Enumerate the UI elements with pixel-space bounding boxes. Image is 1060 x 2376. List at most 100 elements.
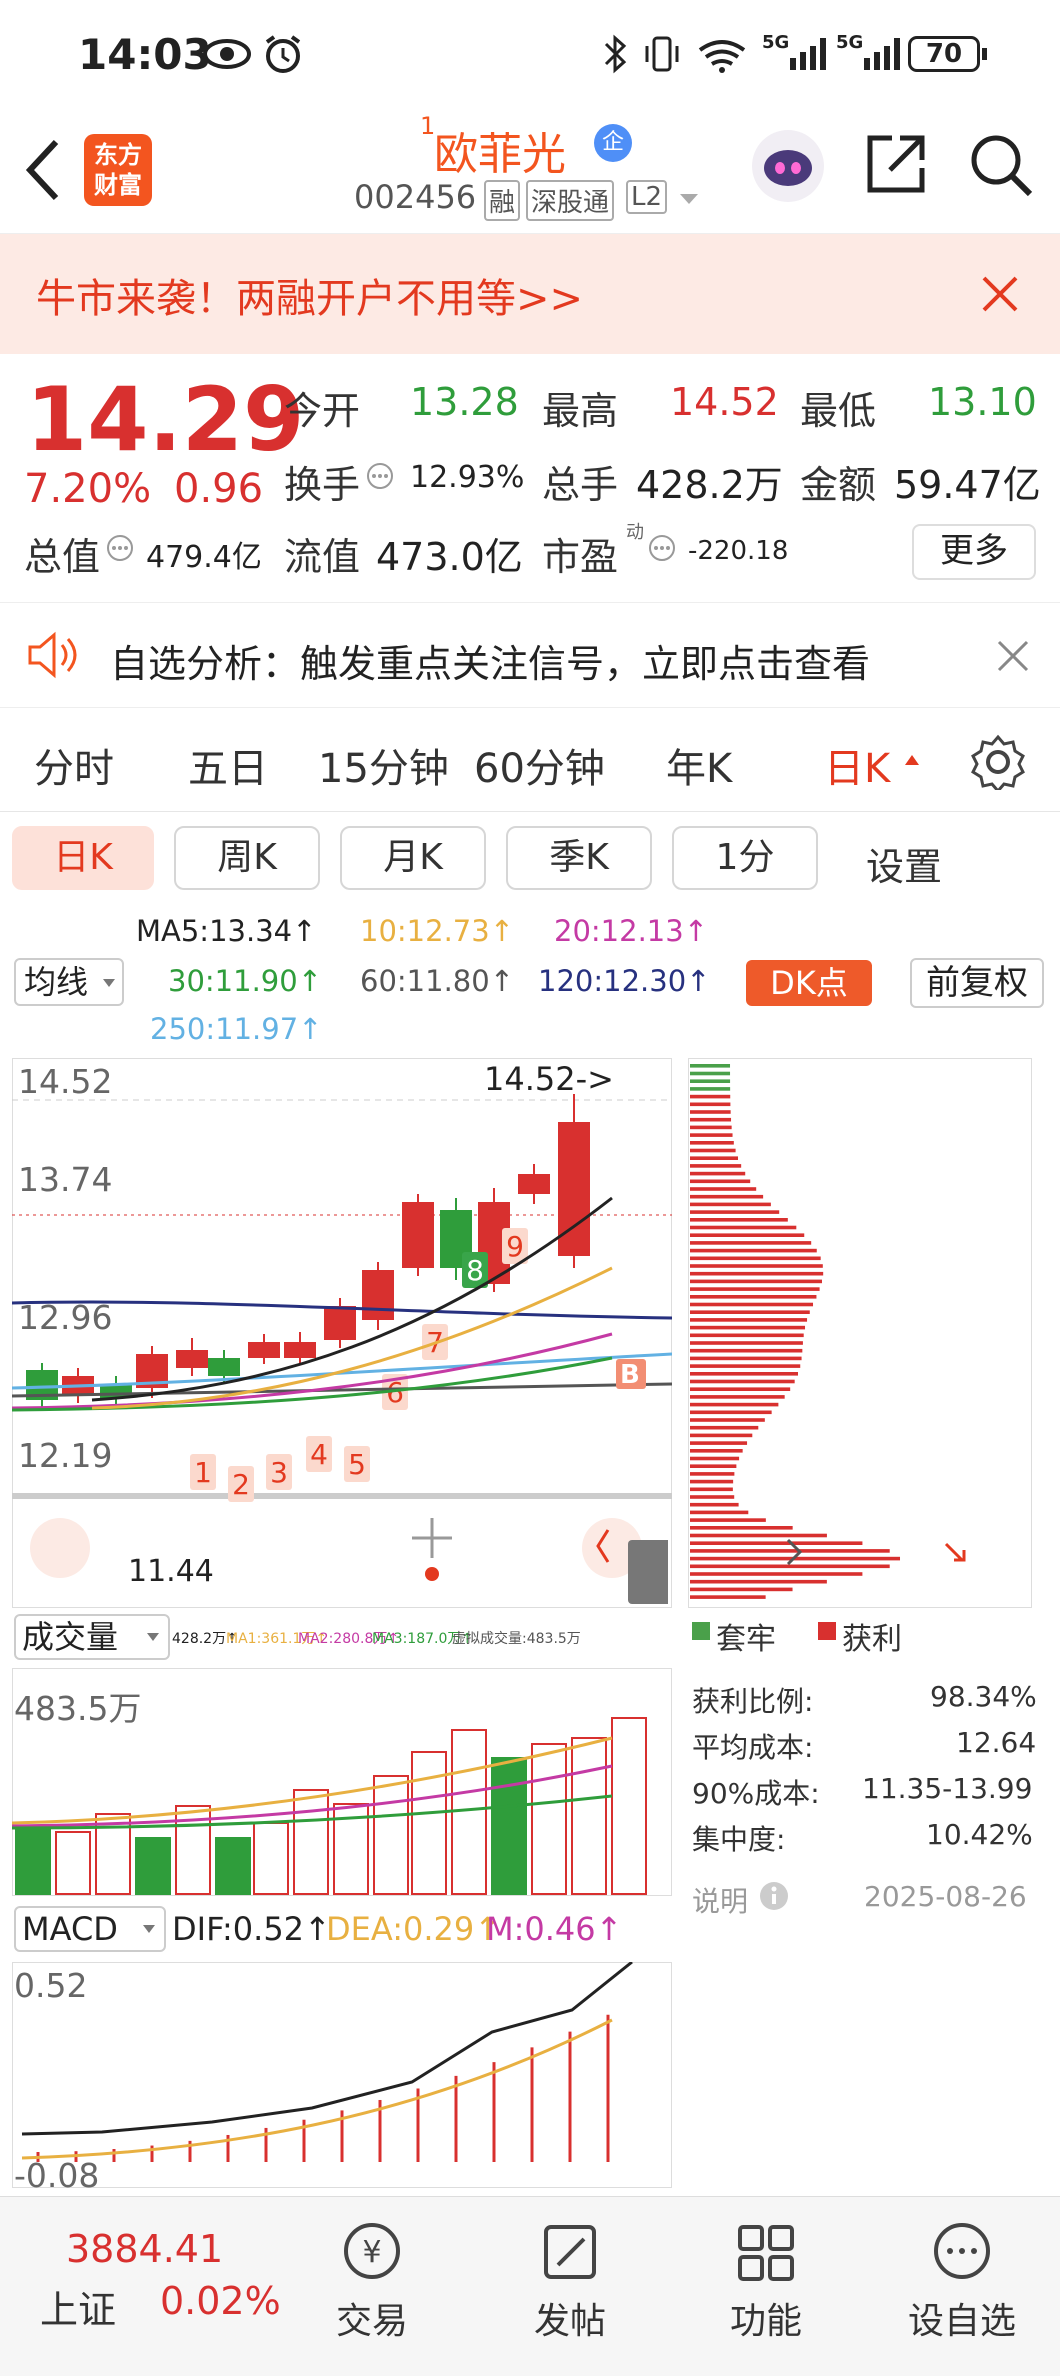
chevron-down-icon	[147, 1633, 159, 1641]
tab-60min[interactable]: 60分钟	[474, 736, 605, 794]
info-dots-icon[interactable]	[648, 534, 676, 562]
tab-day-k[interactable]: 日K	[824, 736, 890, 794]
close-icon[interactable]	[980, 274, 1020, 314]
expand-panel-button[interactable]	[628, 1540, 668, 1604]
volume-bar	[373, 1775, 409, 1895]
high-value: 14.52	[670, 380, 779, 424]
subtab-week-k[interactable]: 周K	[174, 826, 320, 890]
tab-intraday[interactable]: 分时	[34, 736, 114, 794]
functions-icon[interactable]	[686, 2221, 846, 2283]
chip-bar	[690, 1395, 785, 1399]
signal-number: 1	[194, 1456, 212, 1489]
alarm-icon	[265, 35, 301, 73]
add-watchlist-button[interactable]: 设自选	[882, 2292, 1042, 2344]
event-dot[interactable]	[425, 1567, 439, 1581]
wifi-icon	[698, 40, 746, 73]
pe-value: -220.18	[688, 536, 789, 566]
tab-five-day[interactable]: 五日	[188, 736, 268, 794]
caret-up-icon	[905, 755, 919, 765]
chip-bar	[690, 1464, 737, 1468]
index-change[interactable]: 0.02%	[160, 2279, 281, 2323]
app-logo[interactable]: 东方 财富	[84, 134, 152, 206]
chip-bar	[690, 1141, 734, 1145]
chip-bar	[690, 1271, 824, 1276]
trade-button[interactable]: 交易	[292, 2292, 452, 2344]
robot-assistant-icon[interactable]	[750, 128, 826, 204]
chip-bar	[690, 1456, 740, 1461]
chip-bar	[690, 1579, 827, 1584]
pan-left-button[interactable]	[30, 1518, 90, 1578]
promo-text[interactable]: 牛市来袭！两融开户不用等>>	[36, 266, 583, 324]
watchlist-icon[interactable]	[882, 2221, 1042, 2283]
subtab-day-k[interactable]: 日K	[12, 826, 154, 890]
chip-bar	[690, 1087, 731, 1091]
battery-level: 70	[925, 39, 963, 69]
chip-bar	[690, 1364, 801, 1368]
chip-stat-value: 98.34%	[930, 1680, 1037, 1713]
volume-bar	[55, 1831, 91, 1895]
chip-stat-label: 集中度:	[692, 1823, 786, 1856]
chevron-down-icon[interactable]	[678, 192, 700, 208]
y-axis-label: 12.19	[18, 1436, 113, 1475]
functions-button[interactable]: 功能	[686, 2292, 846, 2344]
index-name[interactable]: 上证	[40, 2279, 116, 2334]
info-icon[interactable]	[758, 1880, 790, 1912]
signal-number: 3	[270, 1456, 288, 1489]
chip-bar	[690, 1333, 804, 1338]
info-dots-icon[interactable]	[106, 534, 134, 562]
share-icon[interactable]	[864, 132, 928, 196]
index-value[interactable]: 3884.41	[66, 2227, 223, 2271]
open-value: 13.28	[410, 380, 519, 424]
subtab-settings[interactable]: 设置	[866, 836, 942, 891]
macd-selector[interactable]: MACD	[14, 1906, 166, 1952]
chip-bar	[690, 1318, 808, 1322]
macd-selector-label: MACD	[22, 1910, 118, 1948]
adjust-button[interactable]: 前复权	[910, 958, 1044, 1008]
volume-selector[interactable]: 成交量	[14, 1614, 170, 1660]
volume-bar	[611, 1717, 647, 1895]
info-dots-icon[interactable]	[366, 462, 394, 490]
candle	[284, 1342, 316, 1358]
chip-note-link[interactable]: 说明	[692, 1880, 748, 1920]
chip-bar	[690, 1148, 736, 1153]
analysis-alert[interactable]: 自选分析：触发重点关注信号，立即点击查看	[0, 602, 1060, 708]
ma-selector-label: 均线	[24, 963, 89, 1001]
logo-text: 东方	[94, 141, 142, 169]
volume-bar	[15, 1827, 51, 1895]
chip-date: 2025-08-26	[864, 1880, 1027, 1913]
chip-distribution-chart[interactable]	[688, 1058, 1032, 1608]
close-icon[interactable]	[996, 639, 1030, 673]
tab-year-k[interactable]: 年K	[666, 736, 732, 794]
promo-banner[interactable]: 牛市来袭！两融开户不用等>>	[0, 234, 1060, 354]
ma-selector[interactable]: 均线	[14, 958, 124, 1006]
trade-icon[interactable]: ¥	[292, 2221, 452, 2283]
chip-bar	[690, 1587, 793, 1592]
more-button[interactable]: 更多	[912, 524, 1036, 580]
chip-bar	[690, 1502, 739, 1507]
chip-bar	[690, 1356, 802, 1361]
stock-name[interactable]: 欧菲光	[434, 118, 566, 182]
volume-bar	[491, 1757, 527, 1895]
post-icon[interactable]	[490, 2221, 650, 2283]
chip-stat-value: 11.35-13.99	[862, 1772, 1033, 1805]
chip-bar	[690, 1325, 806, 1330]
candle	[208, 1358, 240, 1376]
search-icon[interactable]	[968, 132, 1034, 198]
dk-point-button[interactable]: DK点	[746, 960, 872, 1006]
subtab-quarter-k[interactable]: 季K	[506, 826, 652, 890]
y-axis-label: 13.74	[18, 1160, 113, 1199]
ma60-label: 60:11.80↑	[360, 964, 514, 998]
tab-15min[interactable]: 15分钟	[318, 736, 449, 794]
macd-chart[interactable]	[12, 1962, 672, 2188]
subtab-month-k[interactable]: 月K	[340, 826, 486, 890]
post-button[interactable]: 发帖	[490, 2292, 650, 2344]
subtab-1min[interactable]: 1分	[672, 826, 818, 890]
back-icon[interactable]	[22, 136, 62, 204]
chip-bar	[690, 1156, 739, 1160]
alert-text[interactable]: 自选分析：触发重点关注信号，立即点击查看	[110, 633, 870, 688]
chip-bar	[690, 1549, 890, 1553]
signal-number: 8	[466, 1254, 484, 1287]
chip-bar	[690, 1179, 751, 1184]
gear-icon[interactable]	[970, 734, 1026, 790]
volume-selector-label: 成交量	[22, 1618, 119, 1656]
